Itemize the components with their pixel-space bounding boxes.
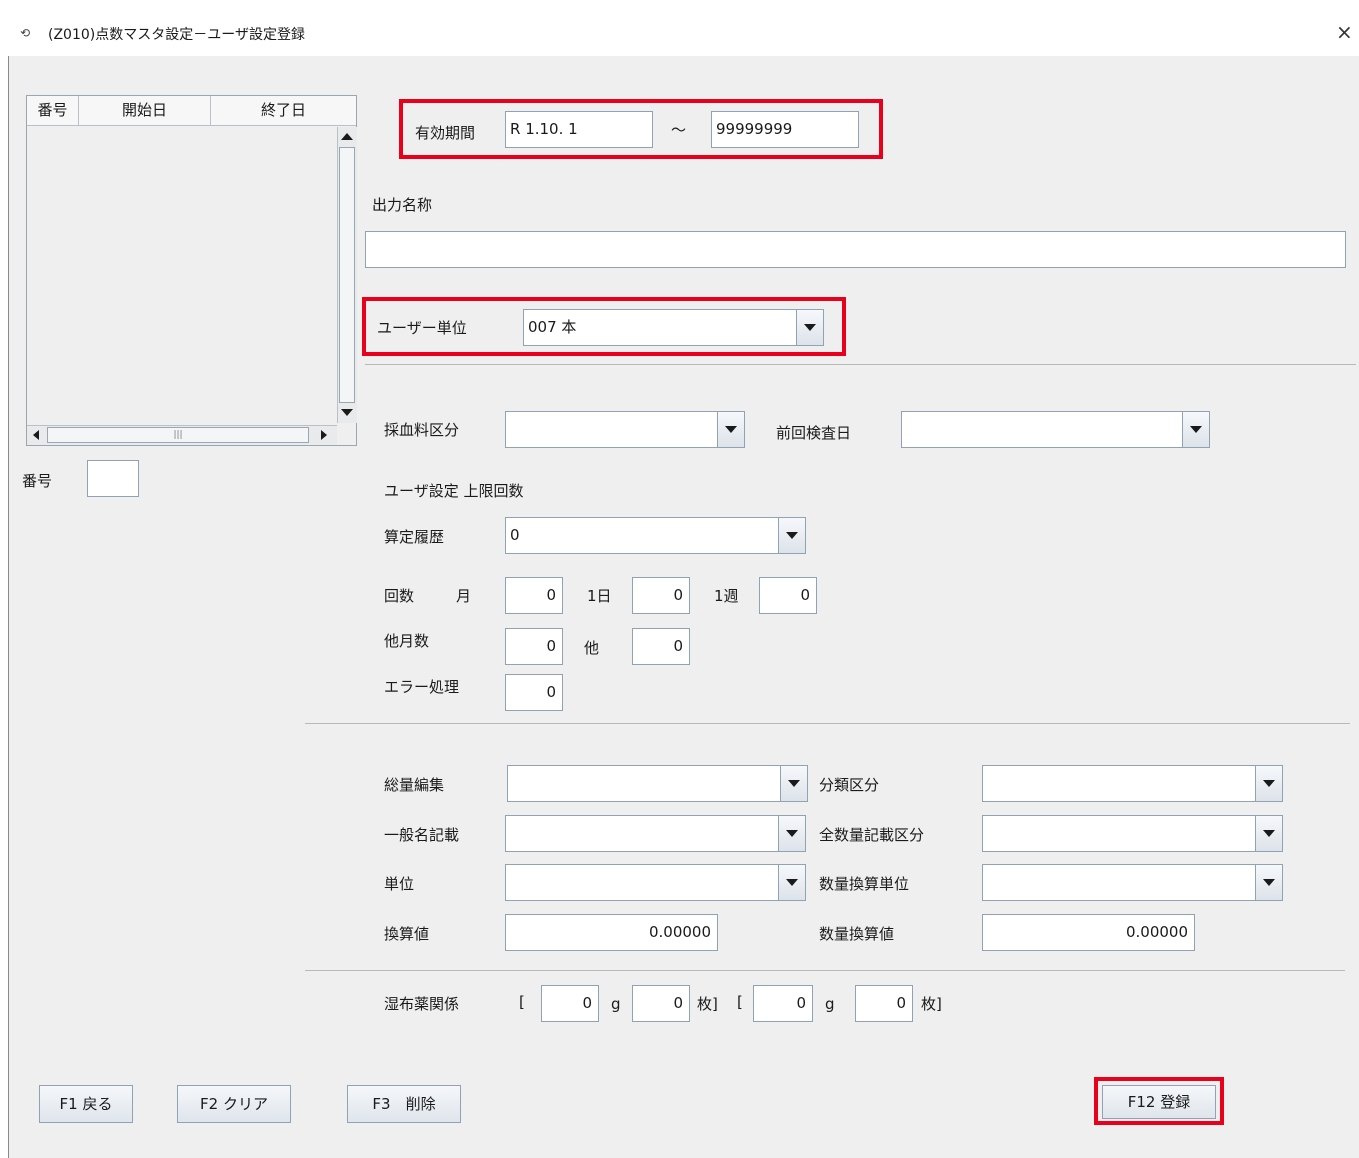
user-unit-label: ユーザー単位 xyxy=(377,319,467,337)
qty-conv-unit-select[interactable] xyxy=(982,864,1256,901)
horizontal-scrollbar[interactable]: ||| xyxy=(27,425,337,445)
count-week-label: 1週 xyxy=(714,587,739,605)
delete-button[interactable]: F3 削除 xyxy=(347,1085,461,1123)
count-day-label: 1日 xyxy=(587,587,612,605)
register-button[interactable]: F12 登録 xyxy=(1102,1085,1216,1119)
poultice-g2-input[interactable]: 0 xyxy=(753,985,813,1022)
period-end-input[interactable]: 99999999 xyxy=(711,111,859,148)
poultice-sheets1-input[interactable]: 0 xyxy=(632,985,690,1022)
generic-name-select[interactable] xyxy=(505,815,779,852)
blood-fee-label: 採血料区分 xyxy=(384,421,460,439)
calc-history-dropdown-icon[interactable] xyxy=(778,517,806,554)
other-months-label: 他月数 xyxy=(384,632,430,650)
unit-dropdown-icon[interactable] xyxy=(778,864,806,901)
poultice-bracket-open-2: [ xyxy=(737,993,743,1011)
all-qty-dropdown-icon[interactable] xyxy=(1255,815,1283,852)
count-month-input[interactable]: 0 xyxy=(505,577,563,614)
number-input[interactable] xyxy=(87,460,139,497)
calc-history-label: 算定履歴 xyxy=(384,528,445,546)
total-edit-label: 総量編集 xyxy=(384,776,445,794)
poultice-sheets2-label: 枚] xyxy=(921,995,942,1013)
total-edit-select[interactable] xyxy=(507,765,781,802)
qty-conv-unit-dropdown-icon[interactable] xyxy=(1255,864,1283,901)
qty-conv-unit-label: 数量換算単位 xyxy=(819,875,910,893)
horizontal-scroll-thumb[interactable]: ||| xyxy=(47,427,309,443)
calc-history-select[interactable]: 0 xyxy=(505,517,779,554)
output-name-input[interactable] xyxy=(365,231,1346,268)
conv-value-label: 換算値 xyxy=(384,925,430,943)
period-start-input[interactable]: R 1.10. 1 xyxy=(505,111,653,148)
poultice-bracket-open-1: [ xyxy=(519,993,525,1011)
generic-name-label: 一般名記載 xyxy=(384,826,460,844)
poultice-g1-label: g xyxy=(611,995,621,1013)
vertical-scroll-thumb[interactable] xyxy=(339,147,355,403)
unit-select[interactable] xyxy=(505,864,779,901)
prev-exam-label: 前回検査日 xyxy=(776,424,852,442)
table-header-start-date[interactable]: 開始日 xyxy=(79,96,211,126)
other-months-input[interactable]: 0 xyxy=(505,628,563,665)
vertical-scrollbar[interactable] xyxy=(337,127,357,423)
poultice-g1-input[interactable]: 0 xyxy=(541,985,599,1022)
poultice-sheets1-label: 枚] xyxy=(697,995,718,1013)
blood-fee-select[interactable] xyxy=(505,411,718,448)
qty-conv-value-input[interactable]: 0.00000 xyxy=(982,914,1195,951)
poultice-g2-label: g xyxy=(825,995,835,1013)
unit-label: 単位 xyxy=(384,875,415,893)
divider-3 xyxy=(305,970,1345,971)
user-unit-dropdown-icon[interactable] xyxy=(796,309,824,346)
count-week-input[interactable]: 0 xyxy=(759,577,817,614)
poultice-label: 湿布薬関係 xyxy=(384,995,460,1013)
qty-conv-value-label: 数量換算値 xyxy=(819,925,895,943)
period-list-table[interactable] xyxy=(26,95,357,446)
scroll-left-icon[interactable] xyxy=(33,430,39,440)
user-unit-select[interactable]: 007 本 xyxy=(523,309,797,346)
other-label: 他 xyxy=(584,639,600,657)
generic-name-dropdown-icon[interactable] xyxy=(778,815,806,852)
period-label: 有効期間 xyxy=(415,124,476,142)
close-icon[interactable]: × xyxy=(1336,20,1353,44)
scroll-down-icon[interactable] xyxy=(341,409,353,416)
table-header-number[interactable]: 番号 xyxy=(27,96,79,126)
user-limit-label: ユーザ設定 上限回数 xyxy=(384,482,524,500)
scroll-right-icon[interactable] xyxy=(321,430,327,440)
error-proc-label: エラー処理 xyxy=(384,678,460,696)
period-tilde: ～ xyxy=(671,121,687,139)
app-icon: ⟲ xyxy=(20,26,31,40)
class-div-label: 分類区分 xyxy=(819,776,880,794)
conv-value-input[interactable]: 0.00000 xyxy=(505,914,718,951)
other-input[interactable]: 0 xyxy=(632,628,690,665)
count-day-input[interactable]: 0 xyxy=(632,577,690,614)
prev-exam-select[interactable] xyxy=(901,411,1183,448)
poultice-sheets2-input[interactable]: 0 xyxy=(855,985,913,1022)
all-qty-select[interactable] xyxy=(982,815,1256,852)
error-proc-input[interactable]: 0 xyxy=(505,674,563,711)
scroll-up-icon[interactable] xyxy=(341,133,353,140)
blood-fee-dropdown-icon[interactable] xyxy=(717,411,745,448)
output-name-label: 出力名称 xyxy=(372,196,433,214)
count-label: 回数 xyxy=(384,587,415,605)
class-div-select[interactable] xyxy=(982,765,1256,802)
total-edit-dropdown-icon[interactable] xyxy=(780,765,808,802)
window-title: (Z010)点数マスタ設定－ユーザ設定登録 xyxy=(48,27,305,43)
all-qty-label: 全数量記載区分 xyxy=(819,826,925,844)
back-button[interactable]: F1 戻る xyxy=(39,1085,133,1123)
count-month-label: 月 xyxy=(456,587,472,605)
clear-button[interactable]: F2 クリア xyxy=(177,1085,291,1123)
number-label: 番号 xyxy=(22,472,53,490)
divider-1 xyxy=(365,364,1356,365)
prev-exam-dropdown-icon[interactable] xyxy=(1182,411,1210,448)
divider-2 xyxy=(305,723,1350,724)
class-div-dropdown-icon[interactable] xyxy=(1255,765,1283,802)
table-header-end-date[interactable]: 終了日 xyxy=(211,96,356,126)
